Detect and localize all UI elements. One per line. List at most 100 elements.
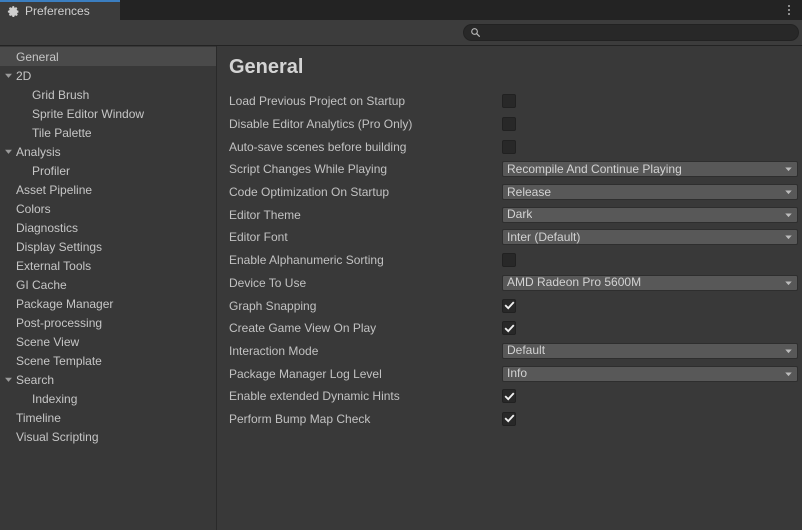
setting-field: Release [502, 184, 798, 200]
setting-row: Disable Editor Analytics (Pro Only) [217, 113, 798, 136]
setting-label-device-to-use: Device To Use [217, 276, 502, 290]
setting-label-auto-save-scenes-before-building: Auto-save scenes before building [217, 140, 502, 154]
sidebar-item-external-tools[interactable]: External Tools [0, 256, 216, 275]
checkbox-create-game-view-on-play[interactable] [502, 321, 516, 335]
dropdown-editor-theme[interactable]: Dark [502, 207, 798, 223]
setting-label-perform-bump-map-check: Perform Bump Map Check [217, 412, 502, 426]
checkbox-enable-extended-dynamic-hints[interactable] [502, 389, 516, 403]
dropdown-device-to-use[interactable]: AMD Radeon Pro 5600M [502, 275, 798, 291]
chevron-down-icon[interactable] [0, 147, 16, 156]
sidebar-item-label: Colors [16, 203, 51, 215]
sidebar-item-label: 2D [16, 70, 31, 82]
sidebar-item-display-settings[interactable]: Display Settings [0, 237, 216, 256]
sidebar-item-timeline[interactable]: Timeline [0, 408, 216, 427]
search-field[interactable] [463, 24, 799, 41]
setting-row: Load Previous Project on Startup [217, 90, 798, 113]
sidebar-item-search[interactable]: Search [0, 370, 216, 389]
dropdown-value: Info [507, 367, 527, 380]
sidebar-item-label: Analysis [16, 146, 61, 158]
dropdown-value: Default [507, 344, 545, 357]
sidebar-item-post-processing[interactable]: Post-processing [0, 313, 216, 332]
sidebar-item-label: Search [16, 374, 54, 386]
sidebar-item-asset-pipeline[interactable]: Asset Pipeline [0, 180, 216, 199]
preferences-window: Preferences General 2D Grid Brush Sprite Ed… [0, 0, 802, 530]
settings-tree[interactable]: General 2D Grid Brush Sprite Editor Window T… [0, 46, 217, 530]
dropdown-editor-font[interactable]: Inter (Default) [502, 229, 798, 245]
checkbox-load-previous-project-on-startup[interactable] [502, 94, 516, 108]
sidebar-item-indexing[interactable]: Indexing [0, 389, 216, 408]
sidebar-item-label: Sprite Editor Window [32, 108, 144, 120]
checkbox-perform-bump-map-check[interactable] [502, 412, 516, 426]
setting-field: Info [502, 366, 798, 382]
dropdown-value: Inter (Default) [507, 231, 580, 244]
sidebar-item-profiler[interactable]: Profiler [0, 161, 216, 180]
setting-row: Script Changes While PlayingRecompile An… [217, 158, 798, 181]
dropdown-code-optimization-on-startup[interactable]: Release [502, 184, 798, 200]
setting-label-package-manager-log-level: Package Manager Log Level [217, 367, 502, 381]
setting-row: Perform Bump Map Check [217, 408, 798, 431]
window-body: General 2D Grid Brush Sprite Editor Window T… [0, 46, 802, 530]
setting-field: AMD Radeon Pro 5600M [502, 275, 798, 291]
sidebar-item-label: Scene View [16, 336, 79, 348]
dropdown-interaction-mode[interactable]: Default [502, 343, 798, 359]
tab-bar-spacer [120, 0, 776, 20]
sidebar-item-package-manager[interactable]: Package Manager [0, 294, 216, 313]
setting-row: Enable extended Dynamic Hints [217, 385, 798, 408]
tab-label: Preferences [25, 5, 90, 18]
sidebar-item-gi-cache[interactable]: GI Cache [0, 275, 216, 294]
sidebar-item-sprite-editor-window[interactable]: Sprite Editor Window [0, 104, 216, 123]
sidebar-item-scene-template[interactable]: Scene Template [0, 351, 216, 370]
sidebar-item-label: Diagnostics [16, 222, 78, 234]
checkbox-enable-alphanumeric-sorting[interactable] [502, 253, 516, 267]
sidebar-item-scene-view[interactable]: Scene View [0, 332, 216, 351]
setting-field [502, 321, 798, 335]
setting-row: Code Optimization On StartupRelease [217, 181, 798, 204]
tab-preferences[interactable]: Preferences [0, 0, 120, 20]
checkbox-auto-save-scenes-before-building[interactable] [502, 140, 516, 154]
checkbox-disable-editor-analytics-pro-only[interactable] [502, 117, 516, 131]
sidebar-item-2d[interactable]: 2D [0, 66, 216, 85]
sidebar-item-label: Indexing [32, 393, 77, 405]
setting-field: Inter (Default) [502, 229, 798, 245]
checkbox-graph-snapping[interactable] [502, 299, 516, 313]
setting-label-enable-extended-dynamic-hints: Enable extended Dynamic Hints [217, 389, 502, 403]
sidebar-item-diagnostics[interactable]: Diagnostics [0, 218, 216, 237]
kebab-menu-icon[interactable] [776, 0, 802, 20]
dropdown-script-changes-while-playing[interactable]: Recompile And Continue Playing [502, 161, 798, 177]
setting-label-editor-font: Editor Font [217, 230, 502, 244]
setting-field: Dark [502, 207, 798, 223]
settings-list: Load Previous Project on Startup Disable … [217, 90, 802, 430]
setting-label-graph-snapping: Graph Snapping [217, 299, 502, 313]
sidebar-item-label: Scene Template [16, 355, 102, 367]
sidebar-item-label: Post-processing [16, 317, 102, 329]
dropdown-package-manager-log-level[interactable]: Info [502, 366, 798, 382]
dropdown-value: Dark [507, 208, 532, 221]
search-input[interactable] [481, 25, 798, 40]
chevron-down-icon[interactable] [0, 71, 16, 80]
sidebar-item-grid-brush[interactable]: Grid Brush [0, 85, 216, 104]
setting-field [502, 94, 798, 108]
sidebar-item-analysis[interactable]: Analysis [0, 142, 216, 161]
setting-label-disable-editor-analytics-pro-only: Disable Editor Analytics (Pro Only) [217, 117, 502, 131]
sidebar-item-visual-scripting[interactable]: Visual Scripting [0, 427, 216, 446]
setting-row: Editor Theme Dark [217, 203, 798, 226]
settings-panel: General Load Previous Project on Startup… [217, 46, 802, 530]
toolbar [0, 20, 802, 46]
setting-row: Enable Alphanumeric Sorting [217, 249, 798, 272]
setting-label-editor-theme: Editor Theme [217, 208, 502, 222]
dropdown-value: Recompile And Continue Playing [507, 163, 682, 176]
setting-row: Graph Snapping [217, 294, 798, 317]
chevron-down-icon[interactable] [0, 375, 16, 384]
setting-label-load-previous-project-on-startup: Load Previous Project on Startup [217, 94, 502, 108]
sidebar-item-tile-palette[interactable]: Tile Palette [0, 123, 216, 142]
kebab-dot [788, 13, 790, 15]
sidebar-item-colors[interactable]: Colors [0, 199, 216, 218]
setting-field [502, 117, 798, 131]
setting-field: Default [502, 343, 798, 359]
sidebar-item-general[interactable]: General [0, 47, 216, 66]
search-icon [470, 27, 481, 38]
sidebar-item-label: External Tools [16, 260, 91, 272]
sidebar-item-label: Profiler [32, 165, 70, 177]
dropdown-value: AMD Radeon Pro 5600M [507, 276, 641, 289]
gear-icon [7, 5, 20, 18]
